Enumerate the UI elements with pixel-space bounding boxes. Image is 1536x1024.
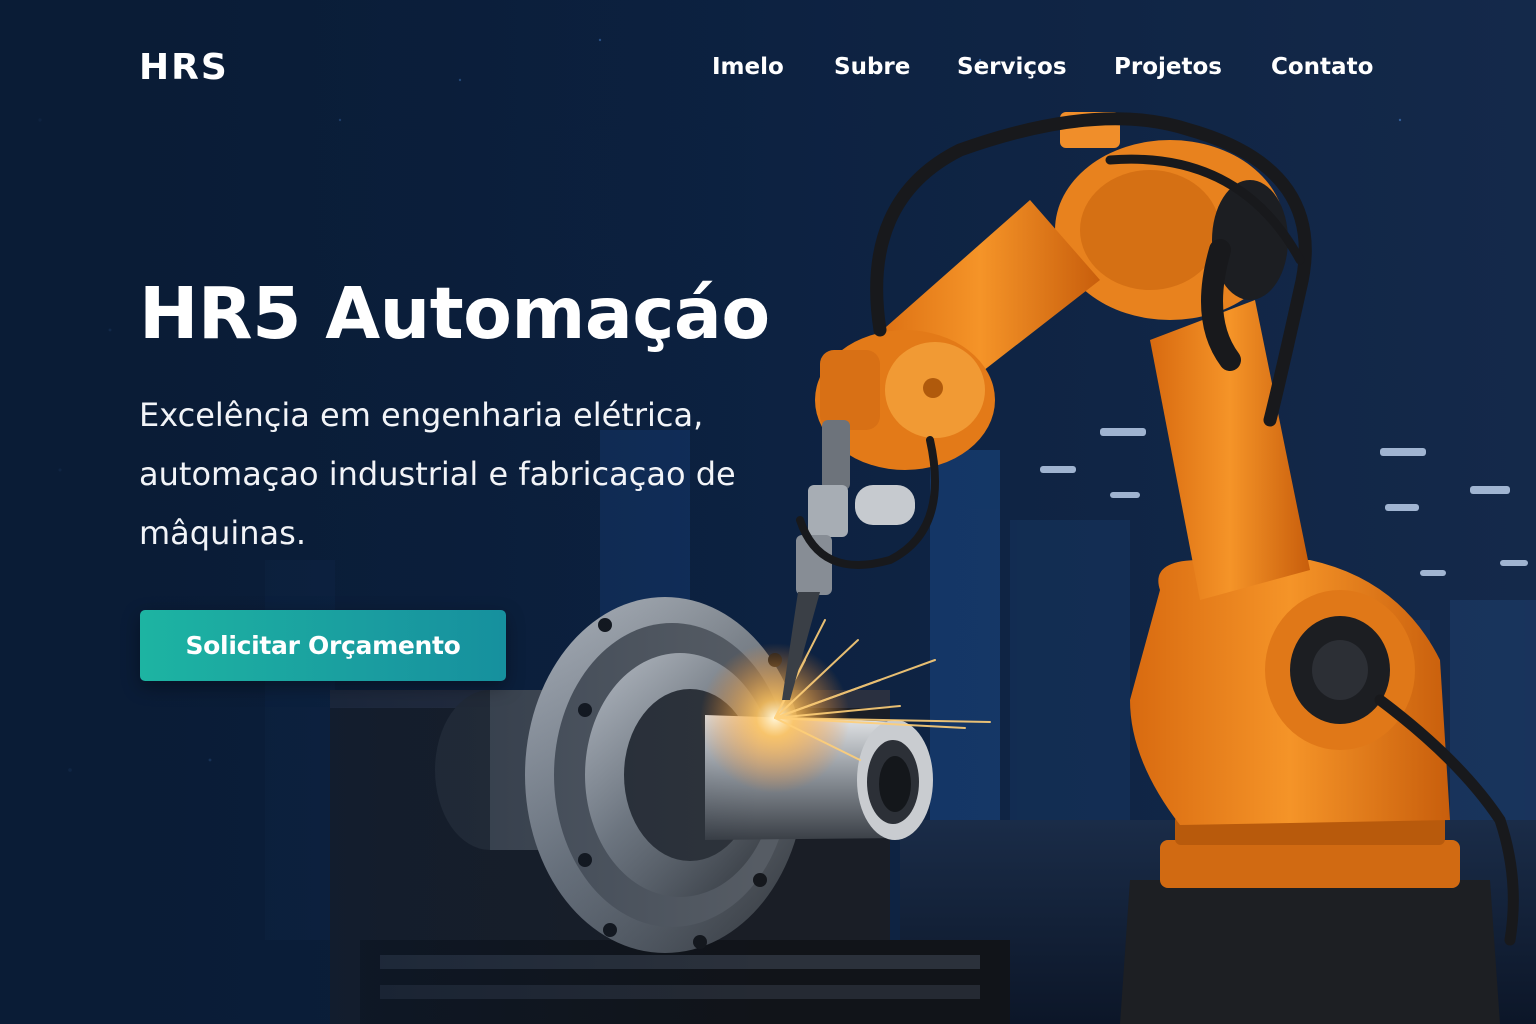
- site-header: HRS Imelo Subre Serviços Projetos Contat…: [0, 0, 1536, 130]
- nav-link-projetos[interactable]: Projetos: [1114, 50, 1222, 84]
- main-navigation: Imelo Subre Serviços Projetos Contato: [700, 50, 1380, 86]
- nav-link-sobre[interactable]: Subre: [834, 50, 910, 84]
- hero-subtitle: Excelênçia em engenharia elétrica, autom…: [139, 396, 736, 552]
- request-quote-button[interactable]: Solicitar Orçamento: [140, 610, 506, 681]
- hero-content: HR5 Automaçáo Excelênçia em engenharia e…: [139, 266, 839, 563]
- nav-link-servicos[interactable]: Serviços: [957, 50, 1067, 84]
- nav-link-inicio[interactable]: Imelo: [712, 50, 784, 84]
- nav-link-contato[interactable]: Contato: [1271, 50, 1373, 84]
- brand-logo[interactable]: HRS: [139, 46, 229, 90]
- hero-title: HR5 Automaçáo: [139, 272, 770, 355]
